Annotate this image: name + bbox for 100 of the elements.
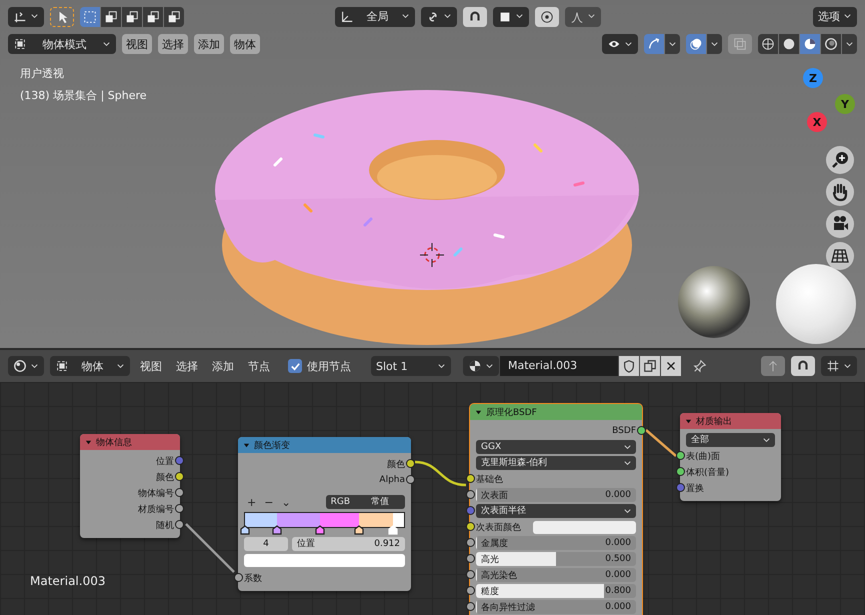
gizmo-dropdown[interactable]	[665, 34, 680, 54]
snap-target-dropdown[interactable]	[493, 6, 529, 26]
socket[interactable]	[466, 522, 475, 531]
value-slider[interactable]: 高光 0.500	[476, 552, 636, 566]
snap-toggle[interactable]	[463, 6, 487, 26]
node-header[interactable]: 原理化BSDF	[470, 404, 642, 420]
parent-node-tree-button[interactable]	[761, 356, 785, 376]
value-slider[interactable]: 高光染色 0.000	[476, 568, 636, 582]
slot-dropdown[interactable]: Slot 1	[371, 356, 451, 376]
ramp-stop-handle[interactable]	[354, 525, 364, 535]
color-ramp-bar[interactable]	[244, 512, 405, 528]
socket[interactable]	[406, 475, 415, 484]
fake-user-button[interactable]	[619, 356, 639, 376]
socket[interactable]	[466, 506, 475, 515]
use-nodes-checkbox[interactable]: 使用节点	[288, 358, 351, 374]
collapse-icon[interactable]	[685, 418, 692, 424]
transform-orientation-dropdown[interactable]: 全局	[335, 6, 415, 26]
node-card[interactable]: 原理化BSDF BSDF GGX 克里斯坦森-伯利 基础色 次表面 0.000 次表面半径 次表面颜色 金属度 0.000 高光 0.500 高光染色 0.000 糙度 0.800 各向异性过滤 0.000	[470, 404, 642, 615]
shading-mode-button[interactable]	[779, 34, 799, 54]
socket[interactable]	[406, 459, 415, 468]
ramp-stop-handle[interactable]	[314, 525, 325, 535]
socket[interactable]	[676, 483, 685, 492]
overlay-dropdown[interactable]	[707, 34, 722, 54]
visibility-dropdown[interactable]	[602, 34, 638, 54]
menu-item[interactable]: 视图	[122, 34, 152, 54]
snap-element-dropdown[interactable]	[821, 356, 857, 376]
mode-dropdown[interactable]: 物体模式	[8, 34, 116, 54]
editor-type-dropdown[interactable]	[8, 356, 44, 376]
material-browse-button[interactable]	[463, 356, 499, 376]
shader-type-dropdown[interactable]: 物体	[50, 356, 130, 376]
socket[interactable]	[676, 467, 685, 476]
node-dropdown[interactable]: 次表面半径	[476, 504, 636, 518]
options-dropdown[interactable]: 选项	[813, 6, 857, 26]
overlay-toggle[interactable]	[686, 34, 706, 54]
select-tool-button[interactable]	[50, 6, 74, 26]
select-mode-button[interactable]	[101, 6, 121, 26]
material-name-field[interactable]: Material.003	[500, 356, 618, 376]
node-header[interactable]: 物体信息	[80, 434, 180, 450]
socket[interactable]	[466, 570, 475, 579]
value-slider[interactable]: 金属度 0.000	[476, 536, 636, 550]
pivot-dropdown[interactable]	[421, 6, 457, 26]
menu-item[interactable]: 选择	[172, 356, 202, 376]
menu-item[interactable]: 添加	[208, 356, 238, 376]
interpolation-dropdown[interactable]: 常值	[366, 495, 405, 509]
value-slider[interactable]: 糙度 0.800	[476, 584, 636, 598]
falloff-dropdown[interactable]	[565, 6, 601, 26]
menu-item[interactable]: 添加	[194, 34, 224, 54]
select-mode-button[interactable]	[80, 6, 100, 26]
collapse-icon[interactable]	[475, 408, 482, 416]
pin-icon[interactable]	[693, 359, 707, 373]
socket[interactable]	[676, 451, 685, 460]
grid-icon[interactable]	[826, 242, 854, 270]
socket[interactable]	[466, 538, 475, 547]
socket[interactable]	[175, 456, 184, 465]
socket[interactable]	[466, 602, 475, 611]
tool-settings-button[interactable]	[8, 6, 44, 26]
color-mode-dropdown[interactable]: RGB	[326, 495, 366, 509]
menu-item[interactable]: 视图	[136, 356, 166, 376]
socket[interactable]	[234, 573, 243, 582]
shading-dropdown[interactable]	[842, 34, 857, 54]
snap-toggle[interactable]	[791, 356, 815, 376]
node-card[interactable]: 物体信息 位置 颜色 物体编号 材质编号 随机	[80, 434, 180, 538]
stop-index-field[interactable]: 4	[244, 537, 288, 551]
shading-mode-button[interactable]	[758, 34, 778, 54]
ramp-stop-handle[interactable]	[272, 525, 282, 535]
node-dropdown[interactable]: GGX	[476, 440, 636, 454]
node-header[interactable]: 颜色渐变	[238, 437, 411, 453]
value-slider[interactable]: 次表面 0.000	[476, 488, 636, 502]
socket[interactable]	[466, 490, 475, 499]
camera-icon[interactable]	[826, 210, 854, 238]
select-mode-button[interactable]	[164, 6, 184, 26]
axis-gizmo-ball[interactable]: X	[807, 112, 827, 132]
position-field[interactable]: 位置 0.912	[292, 537, 405, 551]
select-mode-button[interactable]	[122, 6, 142, 26]
zoom-icon[interactable]	[826, 146, 854, 174]
node-header[interactable]: 材质输出	[680, 413, 781, 429]
socket[interactable]	[175, 504, 184, 513]
duplicate-button[interactable]	[640, 356, 660, 376]
socket[interactable]	[175, 488, 184, 497]
axis-gizmo-ball[interactable]: Z	[803, 68, 823, 88]
close-button[interactable]	[661, 356, 681, 376]
node-card[interactable]: 颜色渐变 颜色 Alpha + − ⌄ RGB 常值 4 位置 0.912 系数	[238, 437, 411, 591]
collapse-icon[interactable]	[243, 442, 250, 448]
hand-icon[interactable]	[826, 178, 854, 206]
socket[interactable]	[175, 472, 184, 481]
proportional-edit-toggle[interactable]	[535, 6, 559, 26]
ramp-tool-button[interactable]: ⌄	[278, 495, 294, 509]
menu-item[interactable]: 物体	[230, 34, 260, 54]
ramp-tool-button[interactable]: +	[244, 495, 260, 509]
shading-mode-button[interactable]	[800, 34, 820, 54]
menu-item[interactable]: 选择	[158, 34, 188, 54]
socket[interactable]	[175, 520, 184, 529]
ramp-tool-button[interactable]: −	[261, 495, 276, 509]
xray-toggle[interactable]	[728, 34, 752, 54]
node-card[interactable]: 材质输出 全部 表(曲)面 体积(音量) 置换	[680, 413, 781, 501]
value-slider[interactable]: 各向异性过滤 0.000	[476, 600, 636, 614]
color-swatch[interactable]	[533, 520, 636, 534]
socket[interactable]	[466, 474, 475, 483]
shading-mode-button[interactable]	[821, 34, 841, 54]
gizmo-toggle[interactable]	[644, 34, 664, 54]
